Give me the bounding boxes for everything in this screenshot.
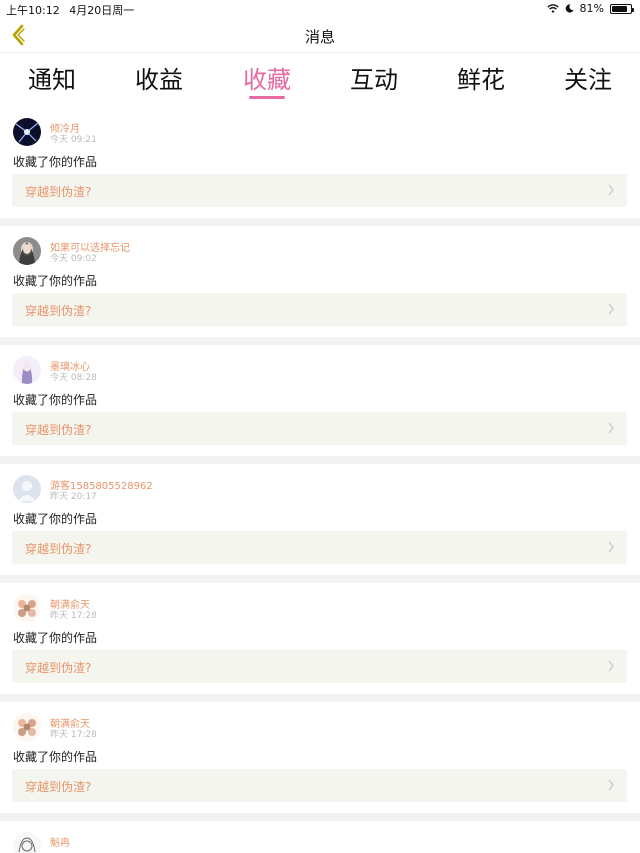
battery-fill	[612, 5, 627, 12]
status-date: 4月20日周一	[69, 4, 135, 17]
chevron-right-icon	[608, 303, 614, 315]
list-item: 魁冉	[0, 821, 640, 853]
work-link[interactable]: 穿越到伪渣?	[12, 531, 627, 564]
timestamp: 昨天 20:17	[50, 492, 97, 502]
tab-favorites[interactable]: 收藏	[227, 60, 307, 95]
action-text: 收藏了你的作品	[13, 155, 98, 169]
tab-bar: 通知 收益 收藏 互动 鲜花 关注	[0, 54, 640, 102]
status-left: 上午10:12 4月20日周一	[6, 2, 134, 18]
list-item: 倾冷月 今天 09:21 收藏了你的作品 穿越到伪渣?	[0, 107, 640, 218]
work-link[interactable]: 穿越到伪渣?	[12, 174, 627, 207]
moon-icon	[565, 4, 574, 13]
avatar[interactable]	[13, 713, 41, 741]
list-item: 游客1585805528962 昨天 20:17 收藏了你的作品 穿越到伪渣?	[0, 464, 640, 575]
avatar[interactable]	[13, 594, 41, 622]
chevron-right-icon	[608, 541, 614, 553]
status-bar: 上午10:12 4月20日周一 81%	[0, 0, 640, 17]
divider	[0, 337, 640, 345]
work-title: 穿越到伪渣?	[25, 423, 92, 437]
timestamp: 昨天 17:28	[50, 730, 97, 740]
tab-earnings[interactable]: 收益	[119, 60, 199, 95]
work-link[interactable]: 穿越到伪渣?	[12, 650, 627, 683]
divider	[0, 456, 640, 464]
user-name[interactable]: 魁冉	[50, 834, 70, 849]
list-item: 如果可以选择忘记 今天 09:02 收藏了你的作品 穿越到伪渣?	[0, 226, 640, 337]
chevron-right-icon	[608, 184, 614, 196]
battery-icon	[610, 3, 634, 14]
chevron-right-icon	[608, 660, 614, 672]
list-item: 墨璃冰心 今天 08:28 收藏了你的作品 穿越到伪渣?	[0, 345, 640, 456]
avatar[interactable]	[13, 118, 41, 146]
tab-following[interactable]: 关注	[548, 60, 628, 95]
divider	[0, 218, 640, 226]
work-link[interactable]: 穿越到伪渣?	[12, 769, 627, 802]
status-time: 上午10:12	[6, 4, 60, 17]
work-title: 穿越到伪渣?	[25, 542, 92, 556]
avatar[interactable]	[13, 237, 41, 265]
message-list: 倾冷月 今天 09:21 收藏了你的作品 穿越到伪渣? 如果可以选择忘记 今天 …	[0, 107, 640, 853]
timestamp: 今天 08:28	[50, 373, 97, 383]
action-text: 收藏了你的作品	[13, 750, 98, 764]
work-title: 穿越到伪渣?	[25, 304, 92, 318]
avatar[interactable]	[13, 475, 41, 503]
work-title: 穿越到伪渣?	[25, 780, 92, 794]
avatar[interactable]	[13, 832, 41, 853]
action-text: 收藏了你的作品	[13, 274, 98, 288]
list-item: 朝满俞天 昨天 17:28 收藏了你的作品 穿越到伪渣?	[0, 702, 640, 813]
chevron-right-icon	[608, 779, 614, 791]
status-right: 81%	[546, 2, 634, 15]
page-title: 消息	[304, 28, 335, 46]
action-text: 收藏了你的作品	[13, 393, 98, 407]
nav-bar: 消息	[0, 17, 640, 53]
timestamp: 今天 09:02	[50, 254, 97, 264]
work-title: 穿越到伪渣?	[25, 185, 92, 199]
chevron-right-icon	[608, 422, 614, 434]
action-text: 收藏了你的作品	[13, 512, 98, 526]
action-text: 收藏了你的作品	[13, 631, 98, 645]
work-link[interactable]: 穿越到伪渣?	[12, 293, 627, 326]
active-tab-indicator	[249, 96, 285, 99]
battery-percent: 81%	[579, 2, 604, 15]
divider	[0, 813, 640, 821]
tab-interactions[interactable]: 互动	[334, 60, 414, 95]
divider	[0, 694, 640, 702]
timestamp: 昨天 17:28	[50, 611, 97, 621]
wifi-icon	[546, 3, 559, 13]
timestamp: 今天 09:21	[50, 135, 97, 145]
work-title: 穿越到伪渣?	[25, 661, 92, 675]
list-item: 朝满俞天 昨天 17:28 收藏了你的作品 穿越到伪渣?	[0, 583, 640, 694]
tab-flowers[interactable]: 鲜花	[441, 60, 521, 95]
avatar[interactable]	[13, 356, 41, 384]
work-link[interactable]: 穿越到伪渣?	[12, 412, 627, 445]
divider	[0, 575, 640, 583]
tab-notifications[interactable]: 通知	[12, 60, 92, 95]
